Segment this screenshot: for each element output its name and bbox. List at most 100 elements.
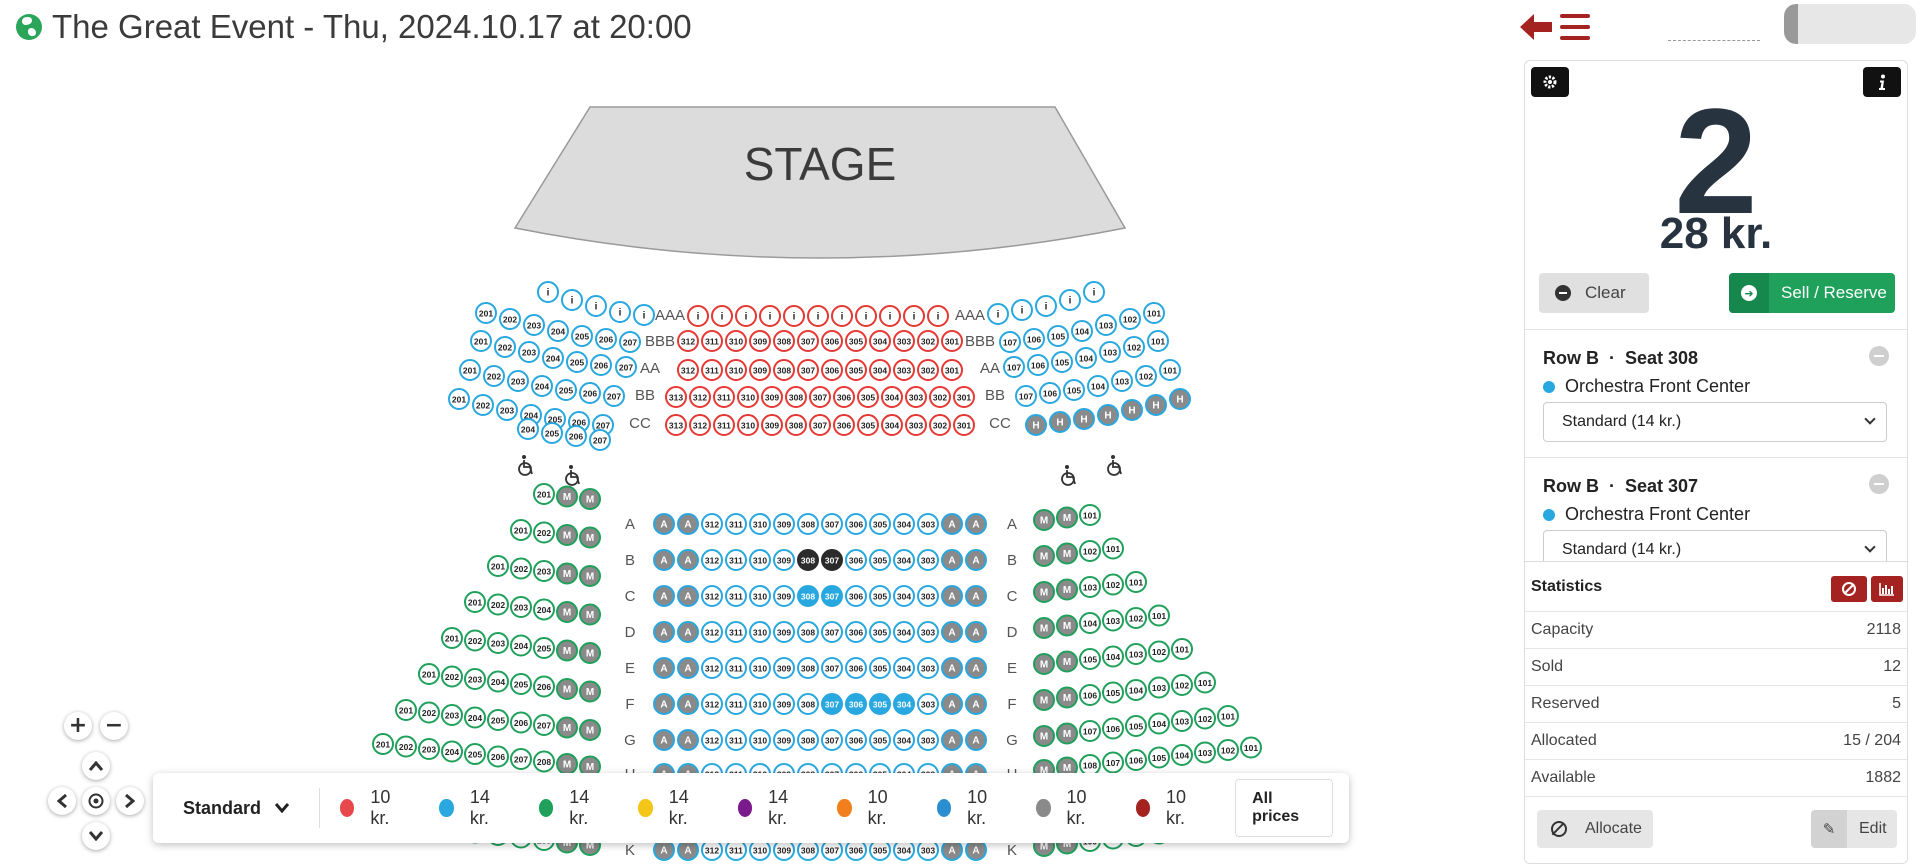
seat[interactable]: 307 (821, 693, 843, 715)
seat[interactable]: 206 (565, 425, 587, 447)
seat-price-select[interactable]: Standard (14 kr.) (1543, 402, 1887, 442)
seat[interactable]: 303 (917, 693, 939, 715)
price-category-select[interactable]: Standard (183, 788, 321, 828)
legend-item[interactable]: 14 kr. (638, 787, 703, 829)
allocate-button[interactable]: Allocate (1537, 810, 1653, 848)
seat[interactable]: 303 (917, 729, 939, 751)
seat[interactable]: 306 (845, 729, 867, 751)
seat[interactable]: 302 (929, 414, 951, 436)
seat[interactable]: i (831, 305, 853, 327)
seat[interactable]: 309 (773, 657, 795, 679)
seat[interactable]: 208 (533, 750, 555, 773)
seat[interactable]: 311 (713, 414, 735, 436)
seat[interactable]: 308 (797, 693, 819, 715)
seat[interactable]: M (556, 678, 578, 700)
pan-right-button[interactable] (116, 787, 144, 815)
seat[interactable]: 311 (725, 839, 747, 861)
seat[interactable]: 309 (773, 513, 795, 535)
seat[interactable]: 103 (1102, 609, 1124, 632)
seat[interactable]: 306 (821, 330, 843, 352)
legend-item[interactable]: 10 kr. (936, 787, 1002, 829)
seat[interactable]: 103 (1111, 370, 1133, 392)
seat[interactable]: 102 (1135, 365, 1157, 387)
seat[interactable]: i (807, 305, 829, 327)
menu-icon[interactable] (1560, 14, 1590, 40)
seat[interactable]: M (556, 639, 578, 662)
seat[interactable]: 205 (533, 637, 555, 659)
seat[interactable]: 304 (881, 414, 903, 436)
seat[interactable]: H (1049, 411, 1071, 433)
seat[interactable]: A (677, 839, 699, 861)
seat[interactable]: 306 (845, 839, 867, 861)
seat[interactable]: 310 (725, 330, 747, 352)
seat[interactable]: 309 (773, 549, 795, 571)
seat[interactable]: 312 (677, 359, 699, 381)
seat[interactable]: 303 (917, 549, 939, 571)
seat[interactable]: A (941, 657, 963, 679)
seat[interactable]: 202 (494, 336, 516, 358)
seat[interactable]: 205 (464, 743, 486, 765)
seat[interactable]: 206 (595, 328, 617, 350)
seat[interactable]: 107 (999, 331, 1021, 353)
seat[interactable]: 307 (821, 585, 843, 607)
seat[interactable]: 307 (797, 330, 819, 352)
seat[interactable]: A (653, 549, 675, 571)
seat[interactable]: 201 (533, 483, 555, 505)
seat[interactable]: 102 (1123, 336, 1145, 358)
seat[interactable]: 103 (1171, 710, 1193, 732)
seat[interactable]: M (1056, 614, 1078, 637)
seat[interactable]: M (579, 526, 601, 549)
seat[interactable]: 308 (773, 330, 795, 352)
seat[interactable]: 311 (701, 330, 723, 352)
seat[interactable]: A (965, 621, 987, 643)
seat[interactable]: 203 (441, 704, 463, 726)
pan-up-button[interactable] (82, 752, 110, 780)
seat[interactable]: 103 (1095, 314, 1117, 336)
seat[interactable]: 201 (459, 359, 481, 381)
remove-seat-button[interactable] (1869, 346, 1889, 366)
seat[interactable]: 312 (701, 839, 723, 861)
seat[interactable]: 307 (797, 359, 819, 381)
seat[interactable]: A (677, 549, 699, 571)
seat[interactable]: 106 (1027, 354, 1049, 376)
seat[interactable]: 302 (917, 330, 939, 352)
seat[interactable]: 206 (533, 675, 555, 698)
seat[interactable]: 102 (1125, 607, 1147, 629)
seat[interactable]: 306 (845, 621, 867, 643)
seat[interactable]: 306 (845, 513, 867, 535)
back-arrow-icon[interactable] (1520, 14, 1552, 40)
seat[interactable]: i (561, 289, 583, 311)
seat[interactable]: 303 (917, 621, 939, 643)
seat[interactable]: 104 (1171, 744, 1193, 766)
seat[interactable]: 106 (1039, 382, 1061, 404)
seat[interactable]: 101 (1159, 359, 1181, 381)
seat[interactable]: 202 (483, 365, 505, 387)
seat[interactable]: M (1056, 722, 1078, 745)
seat[interactable]: M (1033, 509, 1055, 531)
seat[interactable]: 310 (749, 621, 771, 643)
seat[interactable]: 311 (713, 386, 735, 408)
seat-map-canvas[interactable]: STAGE iiii i AAA i i i i i i i i i i i AAA i i iii2012022… (0, 60, 1520, 864)
seat[interactable]: 305 (857, 386, 879, 408)
seat[interactable]: 311 (701, 359, 723, 381)
seat[interactable]: 103 (1194, 741, 1216, 764)
legend-item[interactable]: 14 kr. (737, 787, 803, 829)
clear-button[interactable]: Clear (1539, 273, 1649, 313)
seat[interactable]: 202 (510, 557, 532, 580)
seat[interactable]: A (941, 513, 963, 535)
seat[interactable]: M (1033, 617, 1055, 639)
seat[interactable]: 309 (773, 621, 795, 643)
seat[interactable]: 309 (761, 386, 783, 408)
seat[interactable]: 305 (869, 839, 891, 861)
seat[interactable]: 312 (701, 621, 723, 643)
seat[interactable]: 309 (749, 330, 771, 352)
seat[interactable]: 303 (917, 839, 939, 861)
seat[interactable]: M (579, 680, 601, 703)
seat[interactable]: 312 (677, 330, 699, 352)
seat[interactable]: 103 (1125, 643, 1147, 665)
seat[interactable]: 201 (448, 388, 470, 410)
seat[interactable]: A (677, 621, 699, 643)
seat[interactable]: M (1033, 689, 1055, 711)
seat[interactable]: 312 (689, 414, 711, 436)
seat[interactable]: M (1033, 653, 1055, 675)
